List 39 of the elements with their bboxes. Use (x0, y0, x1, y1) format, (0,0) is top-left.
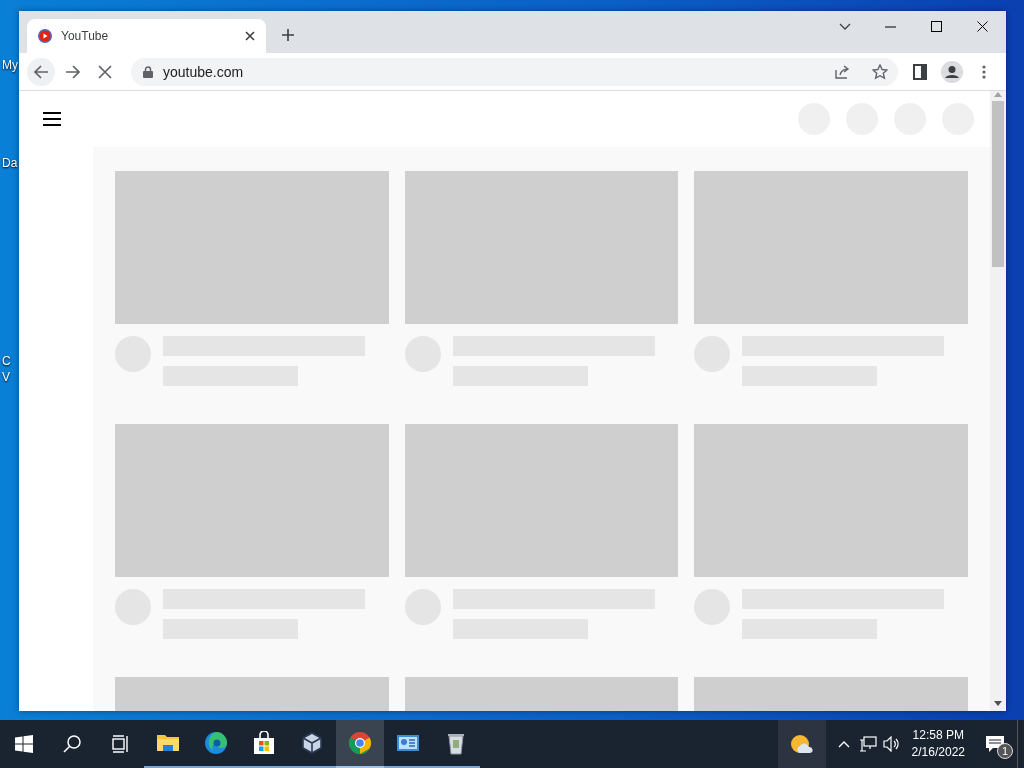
task-view-icon[interactable] (111, 735, 129, 753)
desktop-icon-label: Da (2, 156, 18, 170)
favicon-icon (37, 28, 53, 44)
store-bag-icon[interactable] (252, 731, 276, 755)
tab-title: YouTube (61, 29, 110, 43)
forward-arrow-icon[interactable] (65, 63, 81, 80)
close-icon[interactable] (244, 30, 256, 42)
clock-time: 12:58 PM (912, 727, 964, 744)
edge-icon[interactable] (204, 731, 228, 755)
scroll-down-icon[interactable] (994, 701, 1002, 707)
star-icon[interactable] (872, 63, 888, 80)
windows-start-icon[interactable] (15, 735, 33, 753)
back-arrow-icon[interactable] (33, 63, 49, 80)
network-icon[interactable] (858, 736, 877, 752)
notification-badge: 1 (997, 743, 1013, 759)
lock-icon (143, 65, 153, 78)
profile-icon[interactable] (941, 60, 963, 83)
cube-icon[interactable] (300, 731, 324, 755)
desktop-icon-label: My (2, 58, 18, 72)
share-icon[interactable] (834, 63, 850, 80)
more-icon[interactable] (982, 63, 986, 80)
weather-icon[interactable] (789, 733, 814, 755)
desktop-icon-label: V (2, 370, 10, 384)
address-bar[interactable]: youtube.com (131, 57, 898, 86)
speaker-icon[interactable] (882, 736, 901, 752)
chevron-up-icon[interactable] (837, 740, 850, 748)
desktop-icon-label: C (2, 354, 11, 368)
clock-date: 2/16/2022 (911, 744, 965, 761)
plus-icon[interactable] (281, 28, 295, 42)
scrollbar-thumb[interactable] (992, 101, 1004, 267)
search-icon[interactable] (63, 735, 81, 753)
clock[interactable]: 12:58 PM 2/16/2022 (903, 720, 973, 768)
close-icon[interactable] (977, 20, 989, 32)
browser-tab[interactable]: YouTube (27, 19, 266, 53)
stop-icon[interactable] (98, 64, 112, 79)
chrome-icon[interactable] (348, 731, 372, 755)
maximize-icon[interactable] (931, 20, 943, 32)
side-panel-icon[interactable] (913, 63, 927, 80)
menu-icon[interactable] (43, 112, 61, 126)
